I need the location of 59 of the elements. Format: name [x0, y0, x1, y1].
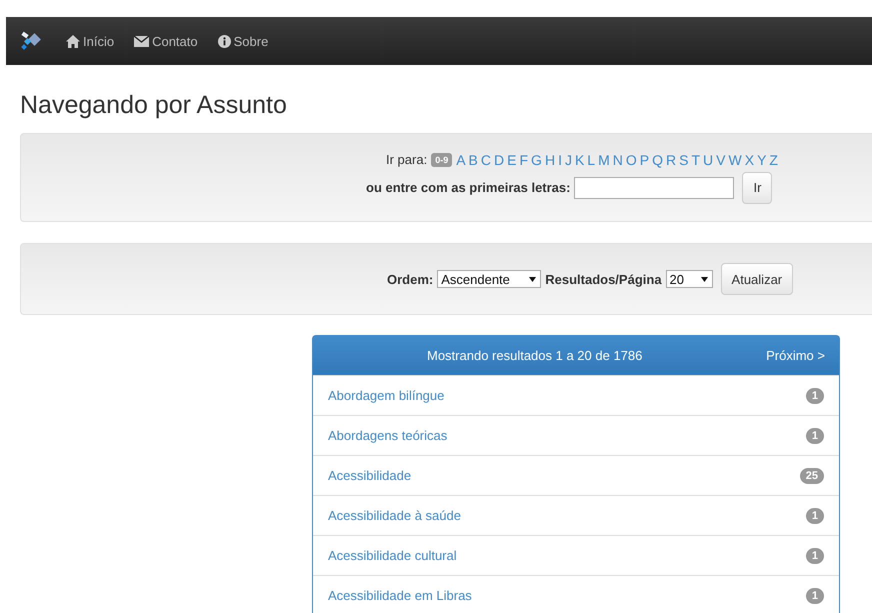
letter-link[interactable]: D [494, 152, 504, 168]
range-badge-link[interactable]: 0-9 [431, 152, 452, 166]
letter-link[interactable]: N [612, 152, 623, 168]
results-summary: Mostrando resultados 1 a 20 de 1786 [427, 348, 642, 363]
letter-link[interactable]: F [519, 152, 528, 168]
letter-link[interactable]: G [531, 152, 542, 168]
letter-link[interactable]: J [564, 152, 572, 168]
letter-link[interactable]: Q [652, 152, 664, 168]
letter-link[interactable]: I [558, 152, 562, 168]
next-link[interactable]: Próximo > [766, 348, 825, 363]
subject-link[interactable]: Acessibilidade [328, 468, 412, 483]
update-button[interactable]: Atualizar [720, 263, 794, 295]
nav-link[interactable]: Sobre [218, 34, 268, 48]
nav-link[interactable]: Início [66, 34, 114, 48]
order-dropdown[interactable]: Ascendente [437, 270, 542, 288]
letter-link[interactable]: W [728, 152, 742, 168]
prefix-label: ou entre com as primeiras letras: [366, 180, 570, 195]
letter-link[interactable]: R [666, 152, 676, 168]
per-page-dropdown[interactable]: 20 [666, 270, 713, 288]
count-badge: 1 [806, 388, 824, 404]
subject-link[interactable]: Acessibilidade cultural [328, 548, 457, 563]
letter-link[interactable]: U [703, 152, 714, 168]
go-button[interactable]: Ir [742, 172, 772, 204]
letter-link[interactable]: V [716, 152, 726, 168]
letter-link[interactable]: H [544, 152, 556, 168]
count-badge: 1 [806, 548, 824, 564]
letter-link[interactable]: A [456, 152, 466, 168]
subject-link[interactable]: Acessibilidade em Libras [328, 588, 472, 603]
count-badge: 1 [806, 588, 824, 604]
count-badge: 1 [806, 428, 824, 444]
letter-link[interactable]: X [744, 152, 754, 168]
page-title: Navegando por Assunto [20, 91, 288, 120]
per-page-label: Resultados/Página [545, 272, 662, 286]
caret-icon [529, 276, 536, 282]
info-icon [218, 34, 231, 48]
envelope-icon [134, 36, 150, 46]
count-badge: 1 [806, 508, 824, 524]
letter-link[interactable]: T [691, 152, 700, 168]
letter-link[interactable]: C [480, 152, 492, 168]
letter-link[interactable]: Y [757, 152, 766, 168]
letter-link[interactable]: L [587, 152, 596, 168]
letter-link[interactable]: S [679, 152, 688, 168]
subject-link[interactable]: Acessibilidade à saúde [328, 508, 461, 523]
letter-link[interactable]: P [640, 152, 650, 168]
count-badge: 25 [800, 468, 824, 484]
letter-link[interactable]: K [574, 152, 584, 168]
letter-link[interactable]: B [468, 152, 478, 168]
letter-link[interactable]: O [626, 152, 637, 168]
home-icon [66, 34, 80, 48]
jump-label: Ir para: [386, 152, 428, 167]
subject-link[interactable]: Abordagens teóricas [328, 428, 448, 443]
letter-link[interactable]: Z [769, 152, 778, 168]
subject-link[interactable]: Abordagem bilíngue [328, 388, 444, 403]
caret-icon [700, 276, 708, 282]
order-label: Ordem: [387, 272, 434, 286]
nav-link[interactable]: Contato [134, 34, 198, 48]
letter-link[interactable]: M [598, 152, 610, 168]
prefix-input-field[interactable] [574, 176, 734, 198]
letter-link[interactable]: E [507, 152, 516, 168]
